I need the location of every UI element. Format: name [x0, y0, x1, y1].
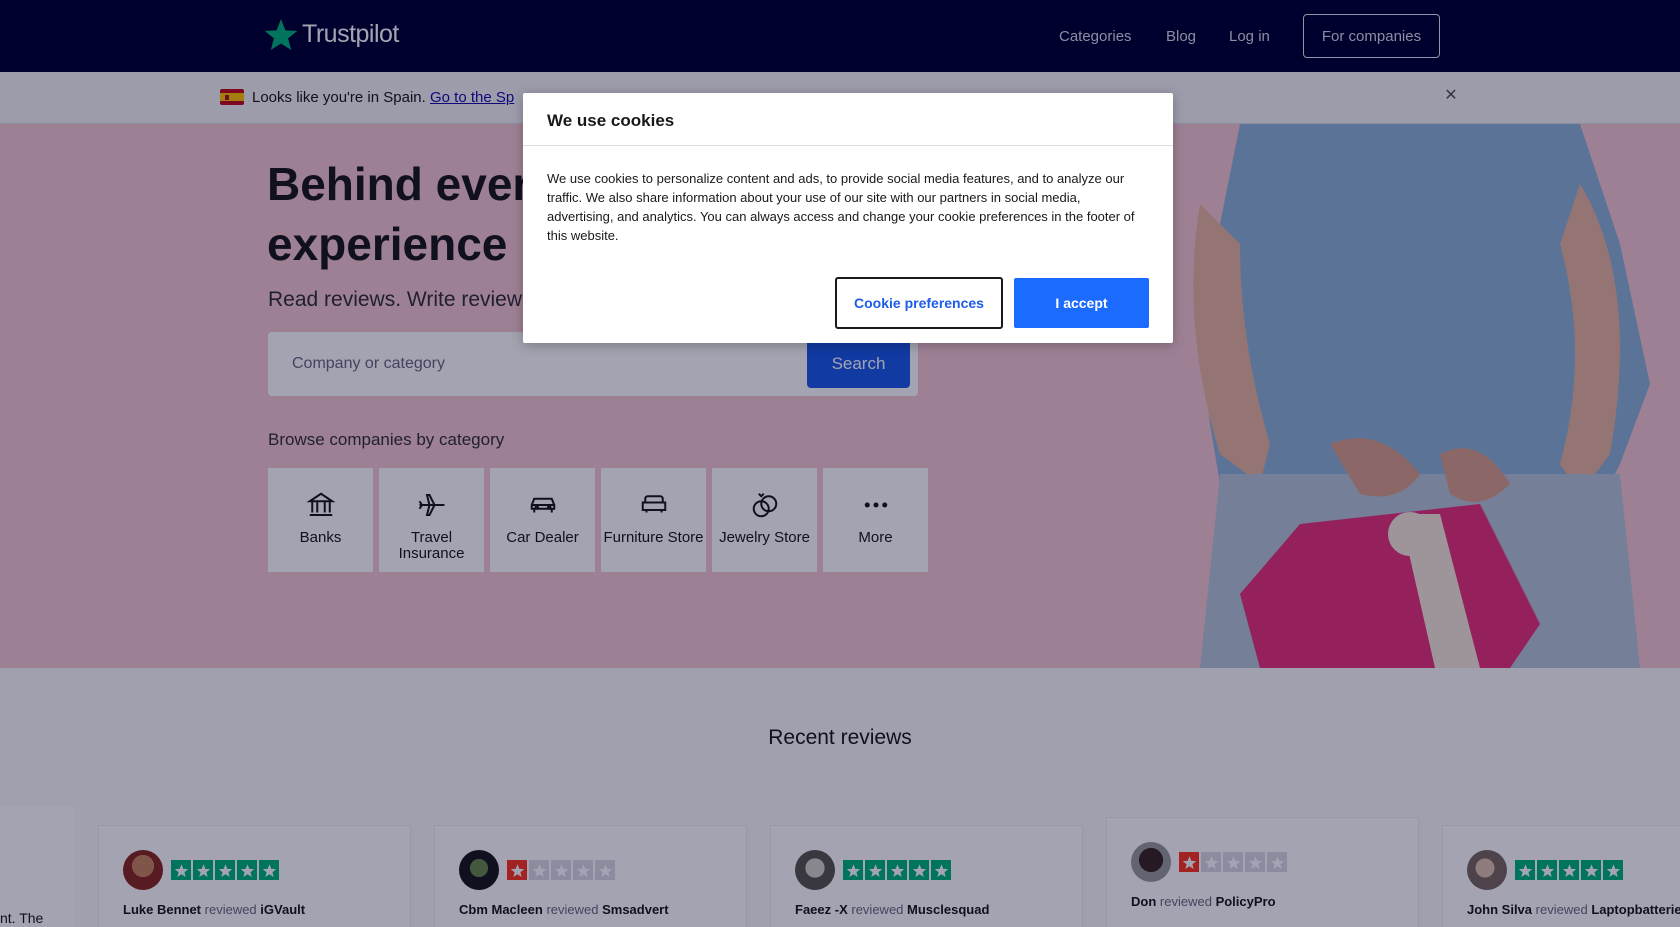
cookie-consent-dialog: We use cookies We use cookies to persona…	[523, 93, 1173, 343]
cookie-dialog-body: We use cookies to personalize content an…	[547, 171, 1135, 243]
cookie-dialog-title: We use cookies	[547, 111, 675, 130]
cookie-preferences-button[interactable]: Cookie preferences	[835, 277, 1003, 329]
divider	[523, 145, 1173, 146]
accept-cookies-button[interactable]: I accept	[1014, 278, 1149, 328]
